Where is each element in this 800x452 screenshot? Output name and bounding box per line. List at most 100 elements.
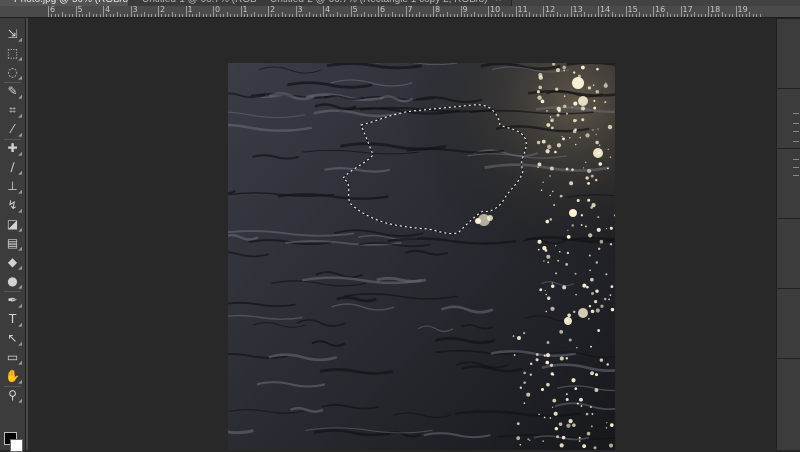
sun-glint	[603, 83, 608, 88]
ruler-tick	[326, 14, 328, 17]
sun-glint	[599, 358, 604, 362]
panel-collapse-icon[interactable]	[793, 159, 799, 160]
sun-glint	[522, 331, 526, 335]
ruler-tick	[367, 14, 369, 17]
ruler-tick	[680, 6, 682, 17]
sun-glint	[562, 65, 566, 70]
panel-collapse-icon[interactable]	[793, 131, 799, 132]
panel-collapse-icon[interactable]	[793, 123, 799, 124]
rectangle-tool[interactable]: ▭ ◢	[4, 349, 22, 366]
document-tab-label: Photo.jpg @ 50% (RGB/8)	[14, 0, 131, 5]
sun-glint	[535, 358, 539, 362]
canvas-area[interactable]	[28, 18, 776, 450]
quick-select-tool[interactable]: ✎ ◢	[4, 83, 22, 100]
ruler-tick	[298, 14, 300, 17]
sun-glint	[565, 112, 568, 115]
sun-glint	[549, 175, 551, 177]
sun-glint	[576, 402, 579, 405]
sun-glint	[542, 246, 547, 251]
sun-glint	[609, 156, 612, 158]
sun-glint	[585, 176, 589, 180]
ruler-tick	[656, 14, 658, 17]
panel-collapse-icon[interactable]	[793, 175, 799, 176]
brush-tool[interactable]: ∕ ◢	[4, 159, 22, 176]
history-brush-tool[interactable]: ↯ ◢	[4, 197, 22, 214]
sun-glint	[598, 247, 601, 250]
sun-glint	[550, 126, 554, 130]
close-icon[interactable]: ×	[495, 0, 501, 5]
ruler-tick	[467, 14, 469, 17]
ruler-tick	[281, 12, 283, 17]
ruler-tick	[735, 6, 737, 17]
eraser-tool[interactable]: ◪ ◢	[4, 216, 22, 233]
eyedropper-tool[interactable]: ⁄ ◢	[4, 121, 22, 138]
flyout-arrow-icon: ◢	[18, 379, 22, 385]
sun-glint	[576, 198, 580, 202]
ruler-tick	[577, 14, 579, 17]
ruler-tick	[598, 6, 599, 17]
sun-glint	[529, 373, 532, 376]
ruler-tick	[529, 12, 531, 17]
hand-tool[interactable]: ✋ ◢	[4, 368, 22, 385]
sun-glint	[593, 106, 597, 110]
ruler-tick	[103, 6, 104, 17]
ruler-tick	[611, 12, 613, 17]
sun-glint	[592, 129, 594, 131]
dodge-tool[interactable]: ● ◢	[4, 273, 22, 290]
horizontal-ruler[interactable]: 6 5 4 3 2 1 0 1 2 3 4 5 6 7 8 9 10 11 12 13 14 15 16 17 18 19	[28, 6, 800, 18]
clone-stamp-tool[interactable]: ⊥ ◢	[4, 178, 22, 195]
right-panel-dock	[776, 18, 800, 450]
ruler-tick	[560, 14, 562, 17]
healing-brush-tool[interactable]: ✚ ◢	[4, 140, 22, 157]
move-tool[interactable]: ⇲ ◢	[4, 26, 22, 43]
blur-tool[interactable]: ◆ ◢	[4, 254, 22, 271]
marquee-tool[interactable]: ⬚ ◢	[4, 45, 22, 62]
flyout-arrow-icon: ◢	[18, 132, 22, 138]
panel-collapse-icon[interactable]	[793, 167, 799, 168]
sun-glint	[609, 226, 613, 230]
ruler-tick	[384, 14, 386, 17]
sun-glint	[573, 71, 576, 74]
crop-icon: ⌗	[9, 103, 16, 117]
sun-glint	[555, 272, 558, 275]
sun-glint	[596, 67, 599, 71]
sun-glint	[579, 397, 583, 402]
photo-canvas[interactable]	[228, 63, 615, 450]
background-color-swatch[interactable]	[10, 439, 23, 452]
ruler-tick	[460, 6, 462, 17]
lasso-tool[interactable]: ◌ ◢	[4, 64, 22, 81]
sun-glint	[551, 282, 553, 284]
pen-tool[interactable]: ✒ ◢	[4, 292, 22, 309]
sun-glint	[606, 363, 609, 366]
ruler-tick	[683, 14, 685, 17]
ruler-tick	[508, 14, 510, 17]
ruler-number: 1	[187, 6, 193, 14]
ruler-tick	[484, 14, 486, 17]
ruler-tick	[61, 12, 63, 17]
sun-glint	[559, 443, 564, 448]
ruler-tick	[223, 14, 225, 17]
zoom-tool[interactable]: ⚲ ◢	[4, 387, 22, 404]
sun-glint	[556, 113, 560, 117]
sun-glint	[569, 137, 571, 139]
ruler-tick	[72, 14, 74, 17]
ruler-number: 14	[600, 6, 611, 14]
crop-tool[interactable]: ⌗ ◢	[4, 102, 22, 119]
sun-glint	[523, 371, 526, 375]
path-selection-tool[interactable]: ↖ ◢	[4, 330, 22, 347]
ruler-tick	[323, 6, 324, 17]
ruler-tick	[635, 14, 637, 17]
type-tool[interactable]: T ◢	[4, 311, 22, 328]
sun-glint	[546, 254, 551, 259]
ruler-tick	[498, 14, 500, 17]
sun-glint	[604, 101, 607, 104]
ruler-number: 4	[105, 6, 111, 14]
lasso-icon: ◌	[7, 65, 18, 79]
ruler-tick	[182, 14, 184, 17]
ruler-tick	[82, 14, 84, 17]
gradient-tool[interactable]: ▤ ◢	[4, 235, 22, 252]
panel-collapse-icon[interactable]	[793, 141, 799, 142]
panel-collapse-icon[interactable]	[793, 113, 799, 114]
sun-glint	[546, 296, 551, 300]
ruler-tick	[381, 14, 383, 17]
